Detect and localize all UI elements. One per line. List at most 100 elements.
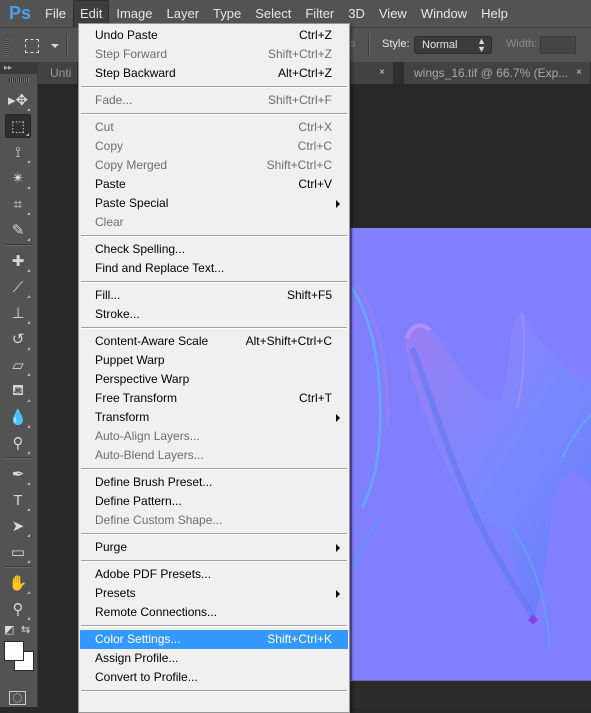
tab-label: wings_16.tif @ 66.7% (Exp... [414, 66, 569, 80]
menu-item-label: Define Brush Preset... [95, 475, 213, 489]
tool-divider [4, 457, 32, 459]
updown-arrows-icon: ▲ ▼ [477, 36, 486, 54]
eyedropper-tool[interactable]: ✎ [5, 218, 31, 242]
panel-grip[interactable] [8, 78, 29, 82]
flyout-indicator-icon [27, 399, 30, 402]
menu-item-assign-profile[interactable]: Assign Profile... [80, 649, 348, 668]
flyout-indicator-icon [27, 212, 30, 215]
healing-brush-tool[interactable]: ✚ [5, 249, 31, 273]
menu-item-purge[interactable]: Purge [80, 538, 348, 557]
eyedropper-icon: ✎ [11, 222, 25, 239]
eraser-tool[interactable]: ▱ [5, 353, 31, 377]
flyout-indicator-icon [27, 508, 30, 511]
menu-item-cut[interactable]: Cut Ctrl+X [80, 118, 348, 137]
menu-item-undo-paste[interactable]: Undo Paste Ctrl+Z [80, 26, 348, 45]
menu-item-label: Purge [95, 540, 128, 554]
menu-item-remote-connections[interactable]: Remote Connections... [80, 603, 348, 622]
move-tool[interactable]: ▸✥ [5, 88, 31, 112]
menu-item-stroke[interactable]: Stroke... [80, 305, 348, 324]
menu-item-label: Define Pattern... [95, 494, 182, 508]
type-icon: T [13, 491, 23, 509]
menu-item-find-and-replace-text[interactable]: Find and Replace Text... [80, 259, 348, 278]
quick-mask-icon[interactable] [9, 691, 26, 705]
menu-item-shortcut: Ctrl+X [298, 120, 332, 134]
rectangular-marquee-icon[interactable] [25, 39, 39, 53]
crop-tool[interactable]: ⌗ [5, 192, 31, 216]
tool-divider [4, 244, 32, 246]
tab-wings-16[interactable]: wings_16.tif @ 66.7% (Exp... × [404, 62, 591, 84]
rectangular-marquee-icon: ⬚ [10, 118, 26, 135]
menu-view[interactable]: View [372, 0, 414, 27]
menu-item-puppet-warp[interactable]: Puppet Warp [80, 351, 348, 370]
menu-item-color-settings[interactable]: Color Settings... Shift+Ctrl+K [80, 630, 348, 649]
edit-menu-dropdown: Undo Paste Ctrl+Z Step Forward Shift+Ctrl+Z… [78, 23, 350, 713]
hand-icon: ✋ [8, 575, 28, 592]
menu-separator [81, 533, 347, 535]
history-brush-tool[interactable]: ↺ [5, 327, 31, 351]
menu-item-step-backward[interactable]: Step Backward Alt+Ctrl+Z [80, 64, 348, 83]
brush-tool[interactable]: ⟋ [5, 275, 31, 299]
width-input[interactable] [540, 36, 576, 54]
flyout-indicator-icon [27, 482, 30, 485]
menu-item-clear[interactable]: Clear [80, 213, 348, 232]
menu-item-transform[interactable]: Transform [80, 408, 348, 427]
pen-tool[interactable]: ✒ [5, 462, 31, 486]
menu-item-convert-to-profile[interactable]: Convert to Profile... [80, 668, 348, 687]
rectangular-marquee-tool[interactable]: ⬚ [5, 114, 31, 138]
lasso-tool[interactable]: ⟟ [5, 140, 31, 164]
menu-item-content-aware-scale[interactable]: Content-Aware Scale Alt+Shift+Ctrl+C [80, 332, 348, 351]
menu-item-free-transform[interactable]: Free Transform Ctrl+T [80, 389, 348, 408]
menu-item-define-brush-preset[interactable]: Define Brush Preset... [80, 473, 348, 492]
default-colors-icon[interactable]: ◩ [4, 623, 14, 636]
menu-item-label: Step Forward [95, 47, 168, 61]
close-icon[interactable]: × [379, 62, 385, 84]
menu-item-copy-merged[interactable]: Copy Merged Shift+Ctrl+C [80, 156, 348, 175]
menu-item-copy[interactable]: Copy Ctrl+C [80, 137, 348, 156]
menu-item-label: Paste Special [95, 196, 169, 210]
clone-stamp-tool[interactable]: ⊥ [5, 301, 31, 325]
dodge-tool[interactable]: ⚲ [5, 431, 31, 455]
menu-item-shortcut: Shift+Ctrl+C [266, 158, 332, 172]
menu-item-adobe-pdf-presets[interactable]: Adobe PDF Presets... [80, 565, 348, 584]
menu-item-define-pattern[interactable]: Define Pattern... [80, 492, 348, 511]
menu-file[interactable]: File [38, 0, 73, 27]
menu-item-label: Copy [95, 139, 124, 153]
menu-item-fade[interactable]: Fade... Shift+Ctrl+F [80, 91, 348, 110]
color-swatches: ◩ ⇆ [0, 623, 37, 683]
tool-preset-dropdown-icon[interactable] [51, 44, 59, 48]
menu-item-paste-special[interactable]: Paste Special [80, 194, 348, 213]
tab-untitled[interactable]: Unti [38, 62, 78, 84]
menu-item-auto-blend-layers[interactable]: Auto-Blend Layers... [80, 446, 348, 465]
menu-item-auto-align-layers[interactable]: Auto-Align Layers... [80, 427, 348, 446]
path-selection-tool[interactable]: ➤ [5, 514, 31, 538]
flyout-indicator-icon [27, 591, 30, 594]
menu-item-define-custom-shape[interactable]: Define Custom Shape... [80, 511, 348, 530]
flyout-indicator-icon [27, 373, 30, 376]
menu-item-perspective-warp[interactable]: Perspective Warp [80, 370, 348, 389]
magic-wand-tool[interactable]: ✴ [5, 166, 31, 190]
foreground-color-swatch[interactable] [4, 641, 24, 661]
submenu-arrow-icon [336, 414, 340, 422]
menu-item-check-spelling[interactable]: Check Spelling... [80, 240, 348, 259]
menu-item-paste[interactable]: Paste Ctrl+V [80, 175, 348, 194]
paint-bucket-tool[interactable]: ⛾ [5, 379, 31, 403]
menu-item-label: Remote Connections... [95, 605, 218, 619]
document-canvas[interactable] [350, 228, 591, 680]
menu-window[interactable]: Window [414, 0, 474, 27]
collapse-panel-icon[interactable]: ▸▸ [0, 62, 37, 74]
close-icon[interactable]: × [576, 62, 582, 84]
options-bar-grip[interactable] [6, 36, 9, 56]
zoom-tool[interactable]: ⚲ [5, 597, 31, 621]
style-select[interactable]: Normal ▲ ▼ [414, 36, 492, 54]
menu-help[interactable]: Help [474, 0, 515, 27]
menu-item-step-forward[interactable]: Step Forward Shift+Ctrl+Z [80, 45, 348, 64]
menu-item-label: Puppet Warp [95, 353, 165, 367]
hand-tool[interactable]: ✋ [5, 571, 31, 595]
menu-item-presets[interactable]: Presets [80, 584, 348, 603]
rectangle-tool[interactable]: ▭ [5, 540, 31, 564]
type-tool[interactable]: T [5, 488, 31, 512]
menu-item-label: Paste [95, 177, 126, 191]
menu-item-fill[interactable]: Fill... Shift+F5 [80, 286, 348, 305]
swap-colors-icon[interactable]: ⇆ [21, 623, 30, 636]
blur-tool[interactable]: 💧 [5, 405, 31, 429]
